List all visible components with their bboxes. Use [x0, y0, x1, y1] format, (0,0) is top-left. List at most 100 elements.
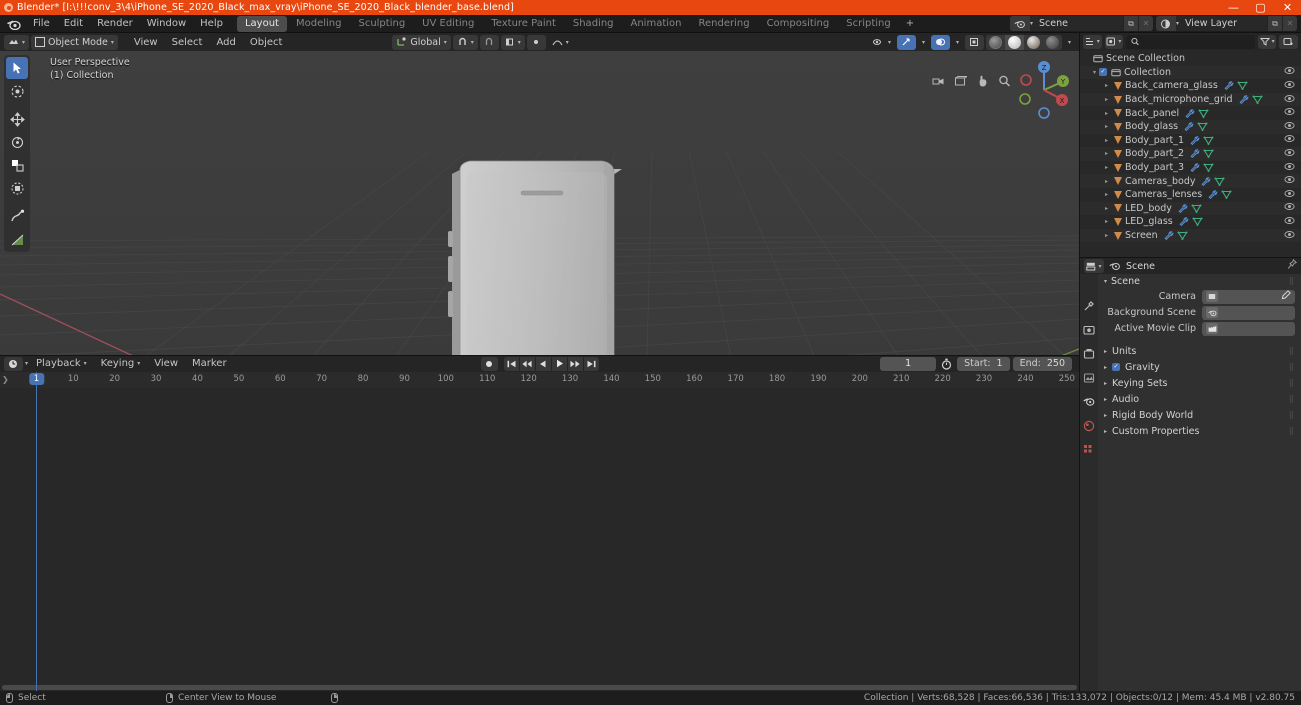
outliner-display-mode-selector[interactable]: ▾: [1083, 34, 1102, 49]
object-expand-arrow[interactable]: ▸: [1102, 205, 1111, 212]
outliner-row-object[interactable]: ▸ LED_body: [1080, 201, 1301, 216]
minimize-button[interactable]: —: [1220, 0, 1247, 15]
properties-tab-scene-icon[interactable]: [1082, 394, 1097, 409]
viewport-menu-object[interactable]: Object: [244, 35, 289, 50]
gizmo-toggle[interactable]: [896, 34, 916, 50]
zoom-view-icon[interactable]: [996, 73, 1012, 89]
outliner-filter-type-selector[interactable]: ▾: [1104, 34, 1124, 49]
proportional-edit-icon[interactable]: [526, 34, 546, 50]
menu-file[interactable]: File: [26, 16, 57, 32]
workspace-tab-shading[interactable]: Shading: [565, 16, 622, 32]
collection-visibility-icon[interactable]: [1284, 67, 1295, 78]
object-expand-arrow[interactable]: ▸: [1102, 164, 1111, 171]
object-expand-arrow[interactable]: ▸: [1102, 191, 1111, 198]
menu-render[interactable]: Render: [90, 16, 140, 32]
editor-type-selector[interactable]: ▾: [4, 34, 30, 50]
frame-start-field[interactable]: Start: 1: [957, 356, 1010, 371]
outliner-row-object[interactable]: ▸ Cameras_body: [1080, 174, 1301, 188]
scale-tool-icon[interactable]: [6, 154, 28, 176]
workspace-tab-uv-editing[interactable]: UV Editing: [414, 16, 482, 32]
section-expand-arrow[interactable]: ▸: [1104, 396, 1107, 403]
select-box-tool-icon[interactable]: [6, 80, 28, 102]
visibility-selector[interactable]: ▾: [869, 35, 895, 50]
object-visibility-icon[interactable]: [1284, 80, 1295, 91]
object-visibility-icon[interactable]: [1284, 216, 1295, 227]
properties-section[interactable]: ▸ ✓ Gravity ⣿: [1098, 359, 1301, 375]
properties-editor-type-selector[interactable]: ▾: [1084, 259, 1104, 273]
viewport-menu-view[interactable]: View: [128, 35, 164, 50]
properties-tab-tool-icon[interactable]: [1082, 298, 1097, 313]
active-movie-clip-field[interactable]: [1202, 321, 1295, 336]
workspace-tab-layout[interactable]: Layout: [236, 15, 287, 32]
workspace-tab-scripting[interactable]: Scripting: [838, 16, 898, 32]
auto-keying-icon[interactable]: [939, 358, 954, 370]
snap-magnet-icon[interactable]: [479, 34, 499, 50]
shading-rendered-button[interactable]: [1042, 34, 1062, 50]
outliner-row-object[interactable]: ▸ Cameras_lenses: [1080, 188, 1301, 202]
navigation-gizmo[interactable]: Z Y X: [1009, 55, 1079, 125]
add-workspace-button[interactable]: +: [900, 16, 920, 32]
prev-keyframe-button[interactable]: [519, 356, 535, 371]
outliner-filter-button[interactable]: ▾: [1257, 34, 1277, 49]
shading-dropdown[interactable]: ▾: [1064, 35, 1075, 50]
timeline-editor-icon[interactable]: [4, 356, 23, 371]
measure-tool-icon[interactable]: [6, 228, 28, 250]
toggle-camera-icon[interactable]: [930, 73, 946, 89]
viewlayer-new-button[interactable]: ⧉: [1267, 16, 1282, 31]
transform-tool-icon[interactable]: [6, 177, 28, 199]
timeline-menu-view[interactable]: View: [148, 357, 184, 371]
menu-window[interactable]: Window: [140, 16, 193, 32]
camera-eyedropper-icon[interactable]: [1281, 290, 1291, 303]
play-reverse-button[interactable]: [535, 356, 551, 371]
outliner-search-input[interactable]: [1126, 34, 1255, 49]
object-expand-arrow[interactable]: ▸: [1102, 123, 1111, 130]
object-expand-arrow[interactable]: ▸: [1102, 137, 1111, 144]
background-scene-field[interactable]: [1202, 305, 1295, 320]
timeline-ruler[interactable]: ❯ 10 20 30 40 50 60 70 80 90 100 110 120 130 140 150 16…: [0, 371, 1079, 388]
object-visibility-icon[interactable]: [1284, 176, 1295, 187]
xray-toggle[interactable]: [964, 34, 984, 50]
play-button[interactable]: [551, 356, 567, 371]
menu-edit[interactable]: Edit: [57, 16, 90, 32]
scene-panel-expand-arrow[interactable]: ▾: [1104, 278, 1107, 285]
outliner-row-object[interactable]: ▸ Body_glass: [1080, 119, 1301, 134]
scene-new-button[interactable]: ⧉: [1122, 16, 1138, 31]
transform-orientation-selector[interactable]: Global ▾: [392, 34, 451, 50]
outliner-row-object[interactable]: ▸ LED_glass: [1080, 215, 1301, 229]
object-mode-selector[interactable]: Object Mode ▾: [31, 34, 118, 50]
outliner-search-field[interactable]: [1143, 36, 1255, 47]
object-visibility-icon[interactable]: [1284, 189, 1295, 200]
outliner-row-object[interactable]: ▸ Body_part_1: [1080, 134, 1301, 148]
outliner-row-collection[interactable]: ▾ ✓ Collection: [1080, 65, 1301, 80]
properties-tab-render-icon[interactable]: [1082, 322, 1097, 337]
scene-selector[interactable]: ▾ Scene ⧉ ✕: [1009, 16, 1153, 31]
blender-logo-icon[interactable]: [5, 17, 21, 31]
object-visibility-icon[interactable]: [1284, 230, 1295, 241]
overlays-toggle[interactable]: [930, 34, 950, 50]
object-expand-arrow[interactable]: ▸: [1102, 218, 1111, 225]
properties-section[interactable]: ▸ Custom Properties ⣿: [1098, 423, 1301, 439]
gizmo-dropdown[interactable]: ▾: [918, 35, 929, 50]
object-expand-arrow[interactable]: ▸: [1102, 82, 1111, 89]
properties-section[interactable]: ▸ Units ⣿: [1098, 343, 1301, 359]
outliner-row-object[interactable]: ▸ Back_panel: [1080, 106, 1301, 120]
outliner-row-object[interactable]: ▸ Back_microphone_grid: [1080, 92, 1301, 107]
object-expand-arrow[interactable]: ▸: [1102, 110, 1111, 117]
viewlayer-selector[interactable]: ▾ View Layer ⧉ ✕: [1155, 16, 1297, 31]
properties-tab-output-icon[interactable]: [1082, 346, 1097, 361]
outliner-row-object[interactable]: ▸ Back_camera_glass: [1080, 79, 1301, 93]
workspace-tab-texture-paint[interactable]: Texture Paint: [483, 16, 564, 32]
workspace-tab-sculpting[interactable]: Sculpting: [350, 16, 413, 32]
shading-wireframe-button[interactable]: [985, 34, 1005, 50]
object-visibility-icon[interactable]: [1284, 135, 1295, 146]
properties-tab-object-icon[interactable]: [1082, 442, 1097, 457]
workspace-tab-rendering[interactable]: Rendering: [690, 16, 757, 32]
viewlayer-remove-button[interactable]: ✕: [1282, 16, 1297, 31]
shading-material-button[interactable]: [1023, 34, 1043, 50]
timeline-menu-keying[interactable]: Keying ▾: [95, 357, 147, 371]
timeline-horizontal-scrollbar[interactable]: [2, 685, 1077, 690]
workspace-tab-modeling[interactable]: Modeling: [288, 16, 350, 32]
viewport-menu-add[interactable]: Add: [210, 35, 241, 50]
timeline-track-area[interactable]: [0, 387, 1079, 691]
camera-field[interactable]: [1202, 289, 1295, 304]
